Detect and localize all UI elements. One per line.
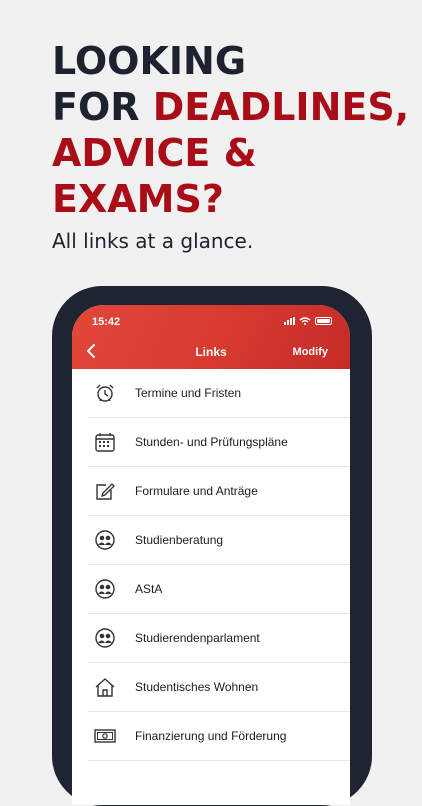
people-icon (95, 628, 115, 648)
list-item-label: Studentisches Wohnen (135, 680, 259, 694)
battery-icon (315, 317, 332, 325)
edit-form-icon (96, 483, 115, 500)
headline-line-2-plain: FOR (52, 85, 153, 129)
list-item[interactable]: AStA (88, 565, 350, 614)
alarm-clock-icon (96, 384, 114, 402)
list-item[interactable]: Studentisches Wohnen (88, 663, 350, 712)
calendar-icon (95, 433, 115, 452)
list-item[interactable]: Stunden- und Prüfungspläne (88, 418, 350, 467)
house-icon (95, 678, 115, 697)
list-item-label: Finanzierung und Förderung (135, 729, 287, 743)
signal-icon (284, 317, 295, 325)
list-item[interactable]: Studienberatung (88, 516, 350, 565)
list-item-label: Stunden- und Prüfungspläne (135, 435, 288, 449)
navigation-bar: 15:42 Links Modify (72, 305, 350, 369)
list-item[interactable]: Termine und Fristen (88, 369, 350, 418)
list-item[interactable]: Finanzierung und Förderung (88, 712, 350, 761)
banknote-icon (94, 729, 116, 743)
modify-button[interactable]: Modify (293, 346, 328, 358)
list-item[interactable]: Studierendenparlament (88, 614, 350, 663)
links-list: Termine und Fristen Stunden- und Prüfung… (72, 369, 350, 761)
wifi-icon (299, 317, 311, 325)
people-icon (95, 579, 115, 599)
headline: LOOKING FOR DEADLINES, ADVICE & EXAMS? (52, 38, 409, 222)
list-item-label: Studienberatung (135, 533, 224, 547)
list-item-label: Studierendenparlament (135, 631, 260, 645)
phone-screen: 15:42 Links Modify Termine und Fristen S… (72, 305, 350, 805)
list-item-label: AStA (135, 582, 163, 596)
list-item-label: Termine und Fristen (135, 386, 242, 400)
list-item[interactable]: Formulare und Anträge (88, 467, 350, 516)
status-time: 15:42 (92, 316, 121, 328)
list-item-label: Formulare und Anträge (135, 484, 258, 498)
headline-line-3: ADVICE & (52, 131, 257, 175)
subline: All links at a glance. (52, 229, 254, 253)
status-icons (284, 317, 332, 325)
people-icon (95, 530, 115, 550)
headline-line-4: EXAMS? (52, 177, 224, 221)
headline-line-2-red: DEADLINES, (152, 85, 410, 129)
headline-line-2: FOR DEADLINES, (52, 84, 409, 130)
headline-line-1: LOOKING (52, 39, 247, 83)
